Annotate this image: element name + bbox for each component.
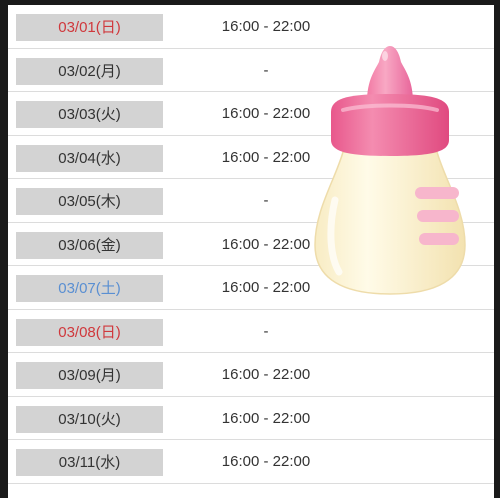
schedule-row: 03/11(水) 16:00 - 22:00: [8, 440, 494, 484]
date-cell: 03/08(日): [16, 318, 163, 346]
date-cell: 03/01(日): [16, 14, 163, 41]
date-cell: 03/11(水): [16, 449, 163, 476]
date-cell: 03/03(火): [16, 101, 163, 128]
date-cell: 03/04(水): [16, 144, 163, 172]
schedule-row: 03/10(火) 16:00 - 22:00: [8, 397, 494, 440]
schedule-row: 03/09(月) 16:00 - 22:00: [8, 353, 494, 397]
time-cell: 16:00 - 22:00: [221, 366, 311, 383]
date-cell: 03/10(火): [16, 405, 163, 433]
schedule-row: 03/08(日) -: [8, 310, 494, 353]
date-cell: 03/06(金): [16, 231, 163, 259]
date-cell: 03/02(月): [16, 57, 163, 85]
date-cell: 03/09(月): [16, 362, 163, 389]
date-cell: 03/07(土): [16, 275, 163, 302]
left-frame-edge: [0, 0, 8, 498]
time-cell: 16:00 - 22:00: [221, 409, 311, 427]
right-frame-edge: [494, 0, 500, 498]
time-cell: -: [263, 322, 269, 340]
time-cell: 16:00 - 22:00: [221, 453, 311, 470]
date-cell: 03/05(木): [16, 188, 163, 215]
baby-bottle-icon: [314, 46, 466, 295]
